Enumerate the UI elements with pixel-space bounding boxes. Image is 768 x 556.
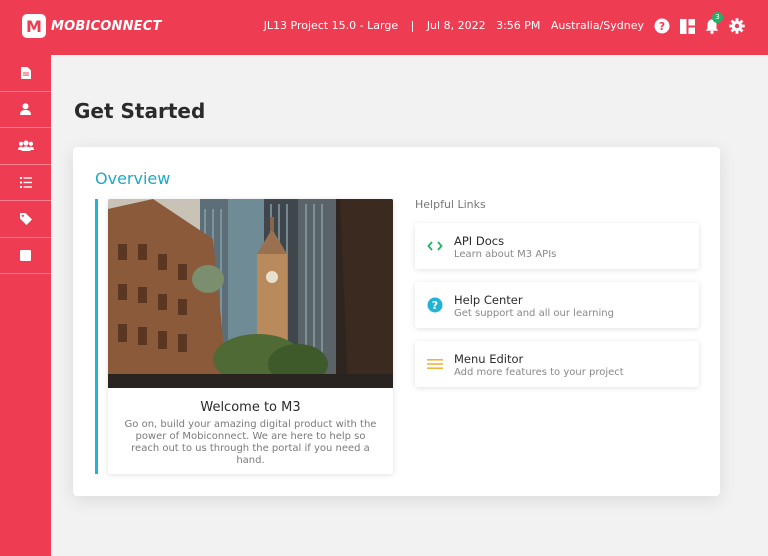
help-center-link[interactable]: ? Help Center Get support and all our le… bbox=[415, 282, 699, 328]
svg-text:?: ? bbox=[659, 20, 665, 33]
welcome-card: Welcome to M3 Go on, build your amazing … bbox=[108, 199, 393, 474]
list-icon bbox=[19, 176, 32, 188]
overview-card: Overview Welcome to M3 Go on, build your… bbox=[73, 147, 720, 496]
date-text: Jul 8, 2022 bbox=[426, 19, 486, 32]
menu-lines-icon bbox=[427, 356, 443, 372]
overview-title: Overview bbox=[95, 169, 171, 188]
sidebar-item-profile[interactable] bbox=[0, 92, 51, 128]
logo-text: MOBICONNECT bbox=[51, 18, 162, 34]
bell-icon[interactable]: 3 bbox=[703, 12, 723, 35]
city-photo bbox=[108, 199, 393, 388]
accent-line bbox=[95, 199, 98, 474]
sidebar bbox=[0, 55, 51, 556]
sidebar-item-documents[interactable] bbox=[0, 55, 51, 92]
menu-editor-link[interactable]: Menu Editor Add more features to your pr… bbox=[415, 341, 699, 387]
link-subtitle: Learn about M3 APIs bbox=[454, 249, 557, 260]
header-divider: | bbox=[410, 19, 415, 32]
link-subtitle: Add more features to your project bbox=[454, 367, 624, 378]
sidebar-item-list[interactable] bbox=[0, 165, 51, 201]
code-icon bbox=[427, 238, 443, 254]
user-icon bbox=[20, 103, 31, 116]
logo-mark: M bbox=[22, 14, 46, 38]
welcome-text: Go on, build your amazing digital produc… bbox=[124, 419, 377, 466]
timezone-text: Australia/Sydney bbox=[550, 19, 644, 32]
tag-icon bbox=[19, 212, 32, 225]
header-icons: ? 3 bbox=[646, 12, 746, 35]
square-icon bbox=[20, 249, 31, 261]
users-group-icon bbox=[17, 140, 34, 152]
link-title: Menu Editor bbox=[454, 352, 524, 366]
link-subtitle: Get support and all our learning bbox=[454, 308, 614, 319]
help-icon[interactable]: ? bbox=[653, 17, 671, 35]
time-text: 3:56 PM bbox=[496, 19, 541, 32]
page-title: Get Started bbox=[74, 99, 206, 123]
top-bar: M MOBICONNECT JL13 Project 15.0 - Large … bbox=[0, 0, 768, 55]
dashboard-layout-icon[interactable] bbox=[678, 17, 696, 35]
project-name[interactable]: JL13 Project 15.0 - Large bbox=[264, 19, 398, 32]
sidebar-item-tags[interactable] bbox=[0, 201, 51, 238]
logo[interactable]: M MOBICONNECT bbox=[22, 14, 162, 38]
notification-badge: 3 bbox=[712, 12, 723, 23]
help-circle-icon: ? bbox=[427, 297, 443, 313]
sidebar-item-users[interactable] bbox=[0, 128, 51, 165]
link-title: API Docs bbox=[454, 234, 505, 248]
sidebar-item-square[interactable] bbox=[0, 238, 51, 274]
api-docs-link[interactable]: API Docs Learn about M3 APIs bbox=[415, 223, 699, 269]
document-icon bbox=[20, 66, 31, 79]
gear-icon[interactable] bbox=[728, 17, 746, 35]
link-title: Help Center bbox=[454, 293, 523, 307]
helpful-links-heading: Helpful Links bbox=[415, 198, 486, 211]
project-info: JL13 Project 15.0 - Large | Jul 8, 2022 … bbox=[264, 19, 644, 32]
welcome-title: Welcome to M3 bbox=[200, 400, 301, 415]
svg-text:?: ? bbox=[432, 299, 438, 312]
